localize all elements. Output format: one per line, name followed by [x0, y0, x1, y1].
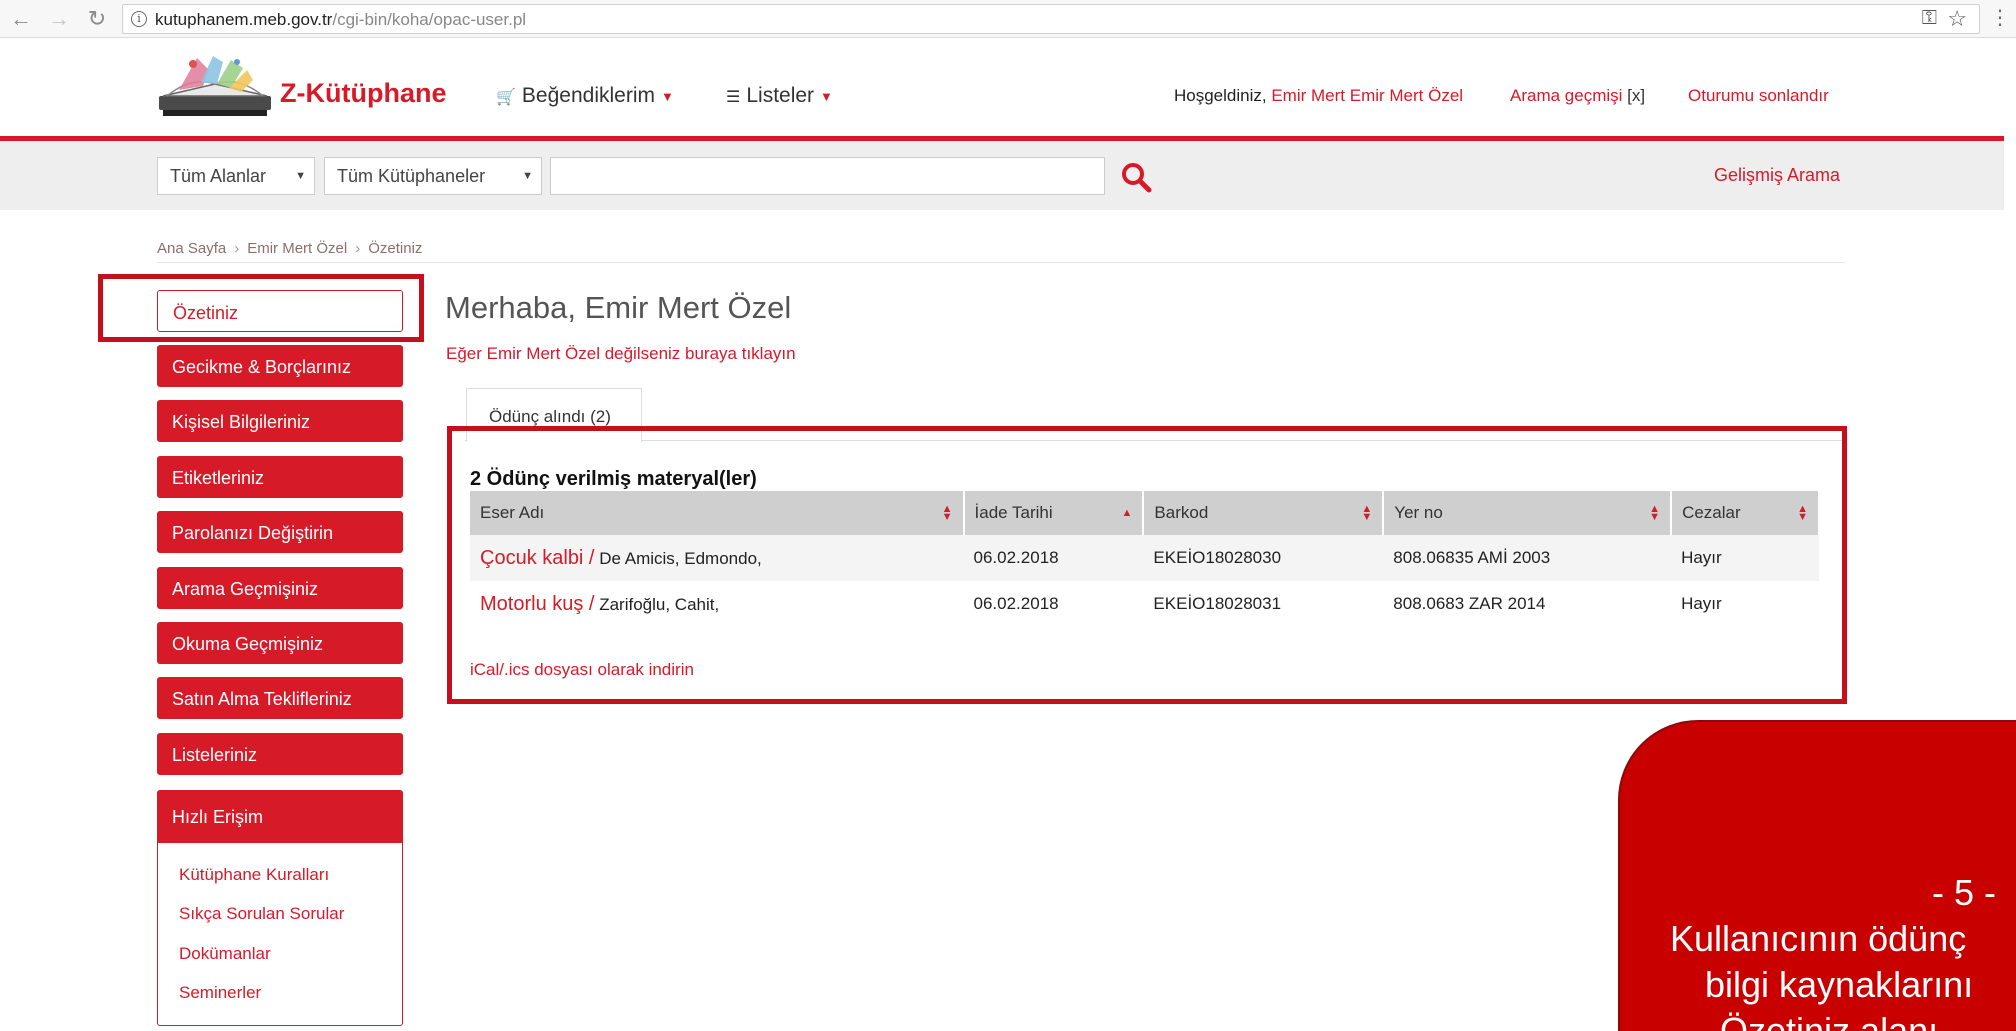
logout-link[interactable]: Oturumu sonlandır	[1688, 86, 1829, 106]
checkouts-highlight-box	[447, 426, 1847, 704]
quick-link-documents[interactable]: Dokümanlar	[179, 944, 271, 964]
browser-menu-icon[interactable]: ⋮	[1990, 6, 2010, 30]
clear-history-button[interactable]: [x]	[1627, 86, 1645, 105]
library-select-value: Tüm Kütüphaneler	[337, 166, 486, 186]
back-arrow-icon[interactable]: ←	[8, 6, 34, 32]
breadcrumb: Ana Sayfa › Emir Mert Özel › Özetiniz	[157, 240, 422, 257]
sidebar-item-reading-history[interactable]: Okuma Geçmişiniz	[157, 622, 403, 664]
sidebar-item-lists[interactable]: Listeleriniz	[157, 733, 403, 775]
quick-link-seminars[interactable]: Seminerler	[179, 983, 261, 1003]
advanced-search-link[interactable]: Gelişmiş Arama	[1714, 165, 1840, 186]
callout-text-line: Kullanıcının ödünç	[1670, 918, 1967, 959]
sidebar-item-search-history[interactable]: Arama Geçmişiniz	[157, 567, 403, 609]
tutorial-callout: - 5 - Kullanıcının ödünç bilgi kaynaklar…	[1618, 720, 2016, 1031]
quick-link-library-rules[interactable]: Kütüphane Kuralları	[179, 865, 329, 885]
callout-text-line: Özetiniz alanı	[1720, 1010, 1939, 1031]
sidebar-item-change-password[interactable]: Parolanızı Değiştirin	[157, 511, 403, 553]
quick-access-title: Hızlı Erişim	[158, 791, 402, 843]
address-bar[interactable]: i kutuphanem.meb.gov.tr/cgi-bin/koha/opa…	[122, 4, 1980, 34]
callout-text-line: bilgi kaynaklarını	[1705, 964, 1974, 1005]
welcome-label: Hoşgeldiniz,	[1174, 86, 1267, 105]
not-you-link[interactable]: Eğer Emir Mert Özel değilseniz buraya tı…	[446, 344, 796, 364]
sidebar-item-personal-details[interactable]: Kişisel Bilgileriniz	[157, 400, 403, 442]
sidebar-item-tags[interactable]: Etiketleriniz	[157, 456, 403, 498]
page-title: Merhaba, Emir Mert Özel	[445, 290, 792, 325]
search-history-label: Arama geçmişi	[1510, 86, 1623, 105]
dropdown-arrow-icon: ▼	[295, 170, 306, 182]
browser-toolbar: ← → ↻ i kutuphanem.meb.gov.tr/cgi-bin/ko…	[0, 0, 2016, 38]
quick-link-faq[interactable]: Sıkça Sorulan Sorular	[179, 904, 344, 924]
cart-icon: 🛒	[496, 89, 516, 106]
search-input[interactable]	[550, 157, 1105, 195]
breadcrumb-home[interactable]: Ana Sayfa	[157, 240, 226, 257]
breadcrumb-divider	[157, 262, 1845, 263]
caret-down-icon: ▼	[820, 88, 833, 104]
lists-menu[interactable]: ☰ Listeler ▼	[726, 84, 833, 108]
breadcrumb-current[interactable]: Özetiniz	[368, 240, 422, 257]
likes-menu-label: Beğendiklerim	[521, 84, 655, 107]
site-header: Z-Kütüphane 🛒 Beğendiklerim ▼ ☰ Listeler ▼ H…	[0, 38, 2016, 138]
search-field-value: Tüm Alanlar	[170, 166, 267, 186]
url-domain: kutuphanem.meb.gov.tr	[155, 10, 333, 29]
summary-highlight-box	[98, 274, 424, 342]
info-icon[interactable]: i	[131, 11, 147, 27]
key-icon[interactable]: ⚿	[1922, 7, 1937, 30]
library-logo-icon[interactable]	[157, 50, 273, 122]
library-select[interactable]: Tüm Kütüphaneler ▼	[324, 157, 542, 195]
sidebar-item-fines[interactable]: Gecikme & Borçlarınız	[157, 345, 403, 387]
url-path: /cgi-bin/koha/opac-user.pl	[332, 10, 527, 29]
search-field-select[interactable]: Tüm Alanlar ▼	[157, 157, 315, 195]
breadcrumb-separator: ›	[355, 240, 361, 257]
breadcrumb-separator: ›	[234, 240, 240, 257]
user-name-link[interactable]: Emir Mert Emir Mert Özel	[1271, 86, 1463, 105]
breadcrumb-user[interactable]: Emir Mert Özel	[247, 240, 347, 257]
search-icon[interactable]	[1118, 159, 1154, 195]
lists-menu-label: Listeler	[746, 84, 815, 107]
forward-arrow-icon[interactable]: →	[46, 6, 72, 32]
dropdown-arrow-icon: ▼	[522, 170, 533, 182]
list-icon: ☰	[726, 89, 741, 106]
likes-menu[interactable]: 🛒 Beğendiklerim ▼	[496, 84, 674, 108]
quick-access-panel: Hızlı Erişim Kütüphane Kuralları Sıkça S…	[157, 790, 403, 1026]
bookmark-star-icon[interactable]: ☆	[1947, 6, 1967, 32]
search-bar: Tüm Alanlar ▼ Tüm Kütüphaneler ▼ Gelişmiş …	[0, 141, 2004, 210]
caret-down-icon: ▼	[661, 88, 674, 104]
callout-step-number: - 5 -	[1932, 872, 1997, 913]
site-name[interactable]: Z-Kütüphane	[280, 78, 446, 109]
search-history-link[interactable]: Arama geçmişi [x]	[1510, 86, 1645, 106]
welcome-text: Hoşgeldiniz, Emir Mert Emir Mert Özel	[1174, 86, 1463, 106]
url-text[interactable]: kutuphanem.meb.gov.tr/cgi-bin/koha/opac-…	[155, 10, 526, 30]
reload-icon[interactable]: ↻	[84, 6, 110, 32]
sidebar-item-purchase-suggestions[interactable]: Satın Alma Teklifleriniz	[157, 677, 403, 719]
